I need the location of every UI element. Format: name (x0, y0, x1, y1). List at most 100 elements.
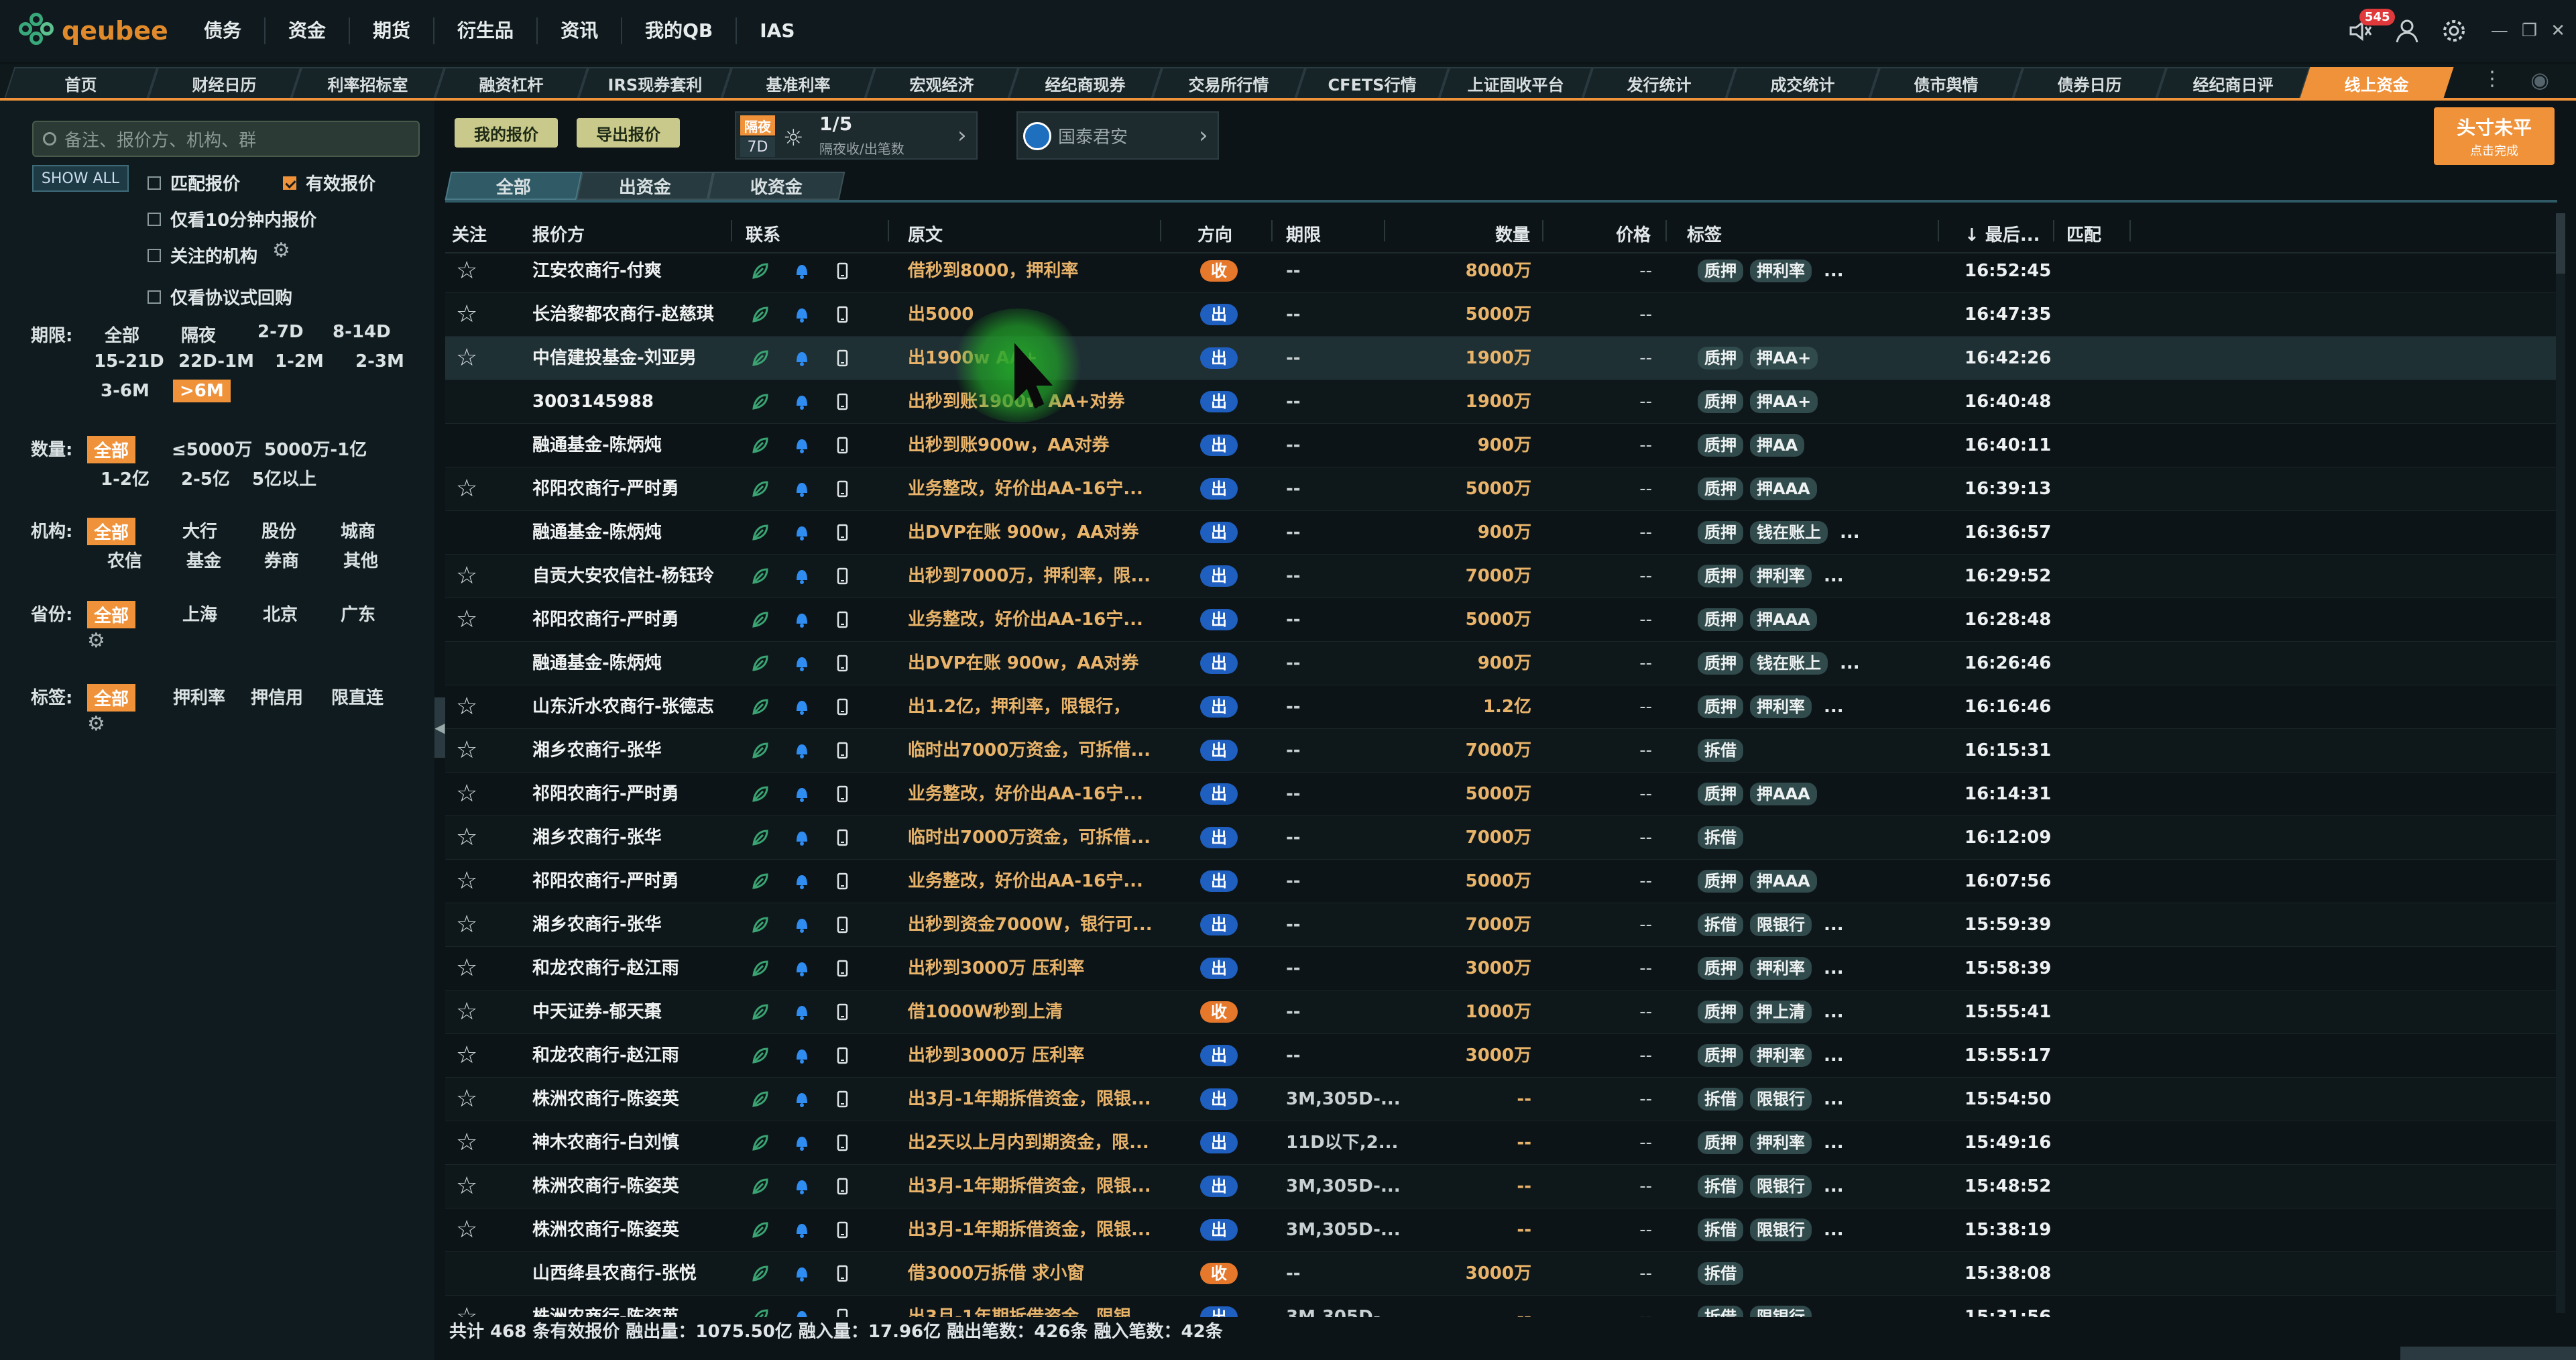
module-tab[interactable]: 经纪商现券 (1008, 67, 1163, 98)
more-tags-icon[interactable]: ... (1824, 1078, 1844, 1121)
table-row[interactable]: ☆ 株洲农商行-陈姿英 出3月-1年期拆借资金，限银... 出 3M,305D-... -… (445, 1165, 2557, 1208)
bell-icon[interactable] (793, 1221, 811, 1239)
module-tab[interactable]: 经纪商日评 (2156, 67, 2310, 98)
direction-tab[interactable]: 全部 (445, 172, 583, 200)
phone-icon[interactable] (833, 436, 852, 455)
quoter-name[interactable]: 祁阳农商行-严时勇 (532, 467, 679, 510)
main-nav-item[interactable]: 债务 (181, 17, 266, 44)
institution-option[interactable]: 农信 (107, 547, 142, 572)
star-icon[interactable]: ☆ (456, 1208, 483, 1251)
table-row[interactable]: 融通基金-陈炳炖 出DVP在账 900w，AA对券 出 -- 900万 -- 质押 钱在账上.… (445, 642, 2557, 685)
leaf-icon[interactable] (751, 1264, 770, 1283)
phone-icon[interactable] (833, 1003, 852, 1021)
term-option[interactable]: 3-6M (101, 381, 150, 401)
star-icon[interactable]: ☆ (456, 990, 483, 1033)
leaf-icon[interactable] (751, 567, 770, 585)
bell-icon[interactable] (793, 1308, 811, 1317)
bell-icon[interactable] (793, 392, 811, 411)
bell-icon[interactable] (793, 785, 811, 803)
province-option[interactable]: 广东 (341, 601, 375, 626)
phone-icon[interactable] (833, 959, 852, 978)
province-option[interactable]: 上海 (182, 601, 217, 626)
col-follow[interactable]: 关注 (452, 221, 487, 246)
quantity-option[interactable]: ≤5000万 (172, 436, 252, 461)
quoter-name[interactable]: 江安农商行-付爽 (532, 249, 662, 292)
more-tags-icon[interactable]: ... (1824, 947, 1844, 990)
quoter-name[interactable]: 祁阳农商行-严时勇 (532, 773, 679, 815)
col-resize-handle[interactable] (1384, 220, 1385, 241)
quoter-name[interactable]: 融通基金-陈炳炖 (532, 642, 662, 685)
col-term[interactable]: 期限 (1286, 221, 1321, 246)
leaf-icon[interactable] (751, 436, 770, 455)
module-tab[interactable]: 发行统计 (1582, 67, 1737, 98)
phone-icon[interactable] (833, 1308, 852, 1317)
tag-option[interactable]: 押利率 (173, 684, 225, 709)
more-tags-icon[interactable]: ... (1824, 249, 1844, 292)
star-icon[interactable]: ☆ (456, 293, 483, 336)
institution-panel[interactable]: 国泰君安 › (1016, 111, 1219, 160)
table-row[interactable]: 融通基金-陈炳炖 出秒到账900w，AA对券 出 -- 900万 -- 质押 押AA 16:40… (445, 424, 2557, 467)
more-tags-icon[interactable]: ... (1824, 1121, 1844, 1164)
module-tab[interactable]: 利率招标室 (291, 67, 445, 98)
followed-settings-gear-icon[interactable]: ⚙ (272, 239, 290, 262)
col-resize-handle[interactable] (1160, 220, 1161, 241)
protocol-repo-checkbox[interactable]: 仅看协议式回购 (148, 284, 292, 309)
leaf-icon[interactable] (751, 741, 770, 760)
quoter-name[interactable]: 山西绛县农商行-张悦 (532, 1252, 697, 1295)
leaf-icon[interactable] (751, 654, 770, 673)
more-tags-icon[interactable]: ... (1824, 1296, 1844, 1317)
direction-tab[interactable]: 出资金 (576, 172, 714, 200)
main-nav-item[interactable]: IAS (737, 17, 817, 44)
quoter-name[interactable]: 自贡大安农信社-杨钰玲 (532, 555, 714, 598)
quantity-option[interactable]: 全部 (87, 436, 136, 463)
position-unclosed-button[interactable]: 头寸未平 点击完成 (2434, 107, 2555, 165)
tag-option[interactable]: 限直连 (331, 684, 384, 709)
match-quote-checkbox[interactable]: 匹配报价 (148, 170, 240, 195)
search-input[interactable]: 备注、报价方、机构、群 (32, 121, 420, 157)
main-nav-item[interactable]: 我的QB (622, 17, 738, 44)
module-tab[interactable]: 上证固收平台 (1439, 67, 1593, 98)
term-option[interactable]: 8-14D (333, 322, 391, 342)
term-option[interactable]: 全部 (105, 322, 139, 347)
bell-icon[interactable] (793, 436, 811, 455)
institution-option[interactable]: 全部 (87, 518, 136, 545)
term-option[interactable]: 2-7D (257, 322, 304, 342)
province-option[interactable]: 全部 (87, 601, 136, 628)
bell-icon[interactable] (793, 915, 811, 934)
star-icon[interactable]: ☆ (456, 773, 483, 815)
phone-icon[interactable] (833, 1177, 852, 1196)
col-resize-handle[interactable] (1542, 220, 1543, 241)
col-original[interactable]: 原文 (908, 221, 943, 246)
tag-option[interactable]: 全部 (87, 684, 136, 712)
phone-icon[interactable] (833, 349, 852, 367)
star-icon[interactable]: ☆ (456, 1165, 483, 1208)
col-resize-handle[interactable] (1938, 220, 1939, 241)
star-icon[interactable]: ☆ (456, 1078, 483, 1121)
module-tab[interactable]: 成交统计 (1726, 67, 1880, 98)
more-tags-icon[interactable]: ... (1840, 642, 1860, 685)
phone-icon[interactable] (833, 1090, 852, 1109)
leaf-icon[interactable] (751, 479, 770, 498)
scrollbar-thumb[interactable] (2556, 213, 2565, 274)
speaker-icon[interactable]: 545 (2337, 7, 2396, 54)
quoter-name[interactable]: 株洲农商行-陈姿英 (532, 1165, 679, 1208)
quoter-name[interactable]: 湘乡农商行-张华 (532, 816, 662, 859)
leaf-icon[interactable] (751, 523, 770, 542)
module-tab[interactable]: 交易所行情 (1152, 67, 1306, 98)
leaf-icon[interactable] (751, 1133, 770, 1152)
col-resize-handle[interactable] (731, 220, 732, 241)
leaf-icon[interactable] (751, 1177, 770, 1196)
star-icon[interactable]: ☆ (456, 555, 483, 598)
star-icon[interactable]: ☆ (456, 337, 483, 380)
quoter-name[interactable]: 融通基金-陈炳炖 (532, 424, 662, 467)
bell-icon[interactable] (793, 349, 811, 367)
direction-tab[interactable]: 收资金 (707, 172, 845, 200)
quoter-name[interactable]: 株洲农商行-陈姿英 (532, 1208, 679, 1251)
leaf-icon[interactable] (751, 828, 770, 847)
bell-icon[interactable] (793, 262, 811, 280)
more-tags-icon[interactable]: ... (1824, 1208, 1844, 1251)
table-row[interactable]: ☆ 中天证券-郁天棗 借1000W秒到上清 收 -- 1000万 -- 质押 押上清... 15:… (445, 990, 2557, 1034)
star-icon[interactable]: ☆ (456, 816, 483, 859)
col-resize-handle[interactable] (1665, 220, 1667, 241)
star-icon[interactable]: ☆ (456, 860, 483, 903)
